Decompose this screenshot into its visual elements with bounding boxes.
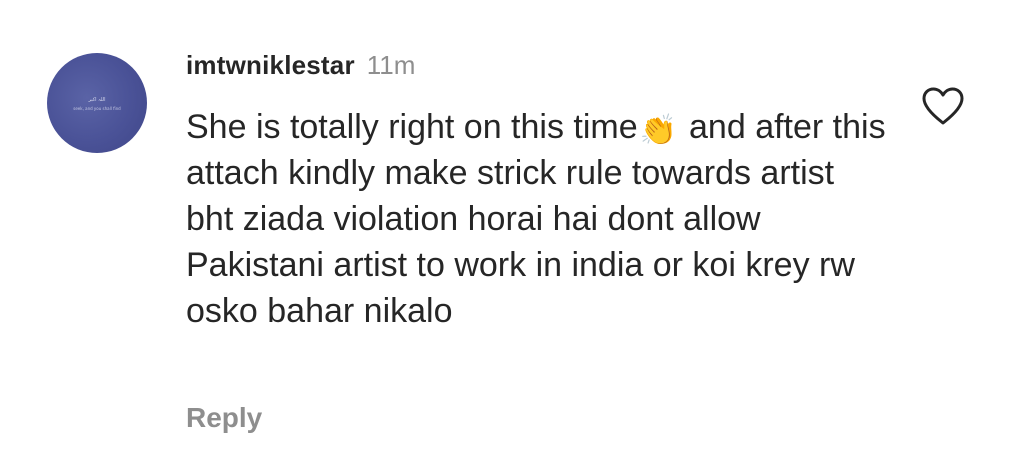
avatar-caption-line2: seek, and you shall find xyxy=(73,106,121,111)
avatar[interactable]: اللہ اکبر seek, and you shall find xyxy=(47,53,147,153)
comment-text: She is totally right on this time👏 and af… xyxy=(186,104,886,334)
avatar-caption-line1: اللہ اکبر xyxy=(88,97,106,103)
reply-button[interactable]: Reply xyxy=(186,402,262,434)
comment-item: اللہ اکبر seek, and you shall find imtwn… xyxy=(0,0,1024,457)
clapping-hands-emoji-icon: 👏 xyxy=(639,113,678,148)
comment-text-part1: She is totally right on this time xyxy=(186,108,638,146)
comment-timestamp: 11m xyxy=(366,50,416,80)
username-link[interactable]: imtwniklestar xyxy=(186,50,355,81)
comment-header: imtwniklestar 11m xyxy=(186,50,415,84)
heart-icon[interactable] xyxy=(920,86,966,126)
heart-outline-icon xyxy=(922,87,964,125)
